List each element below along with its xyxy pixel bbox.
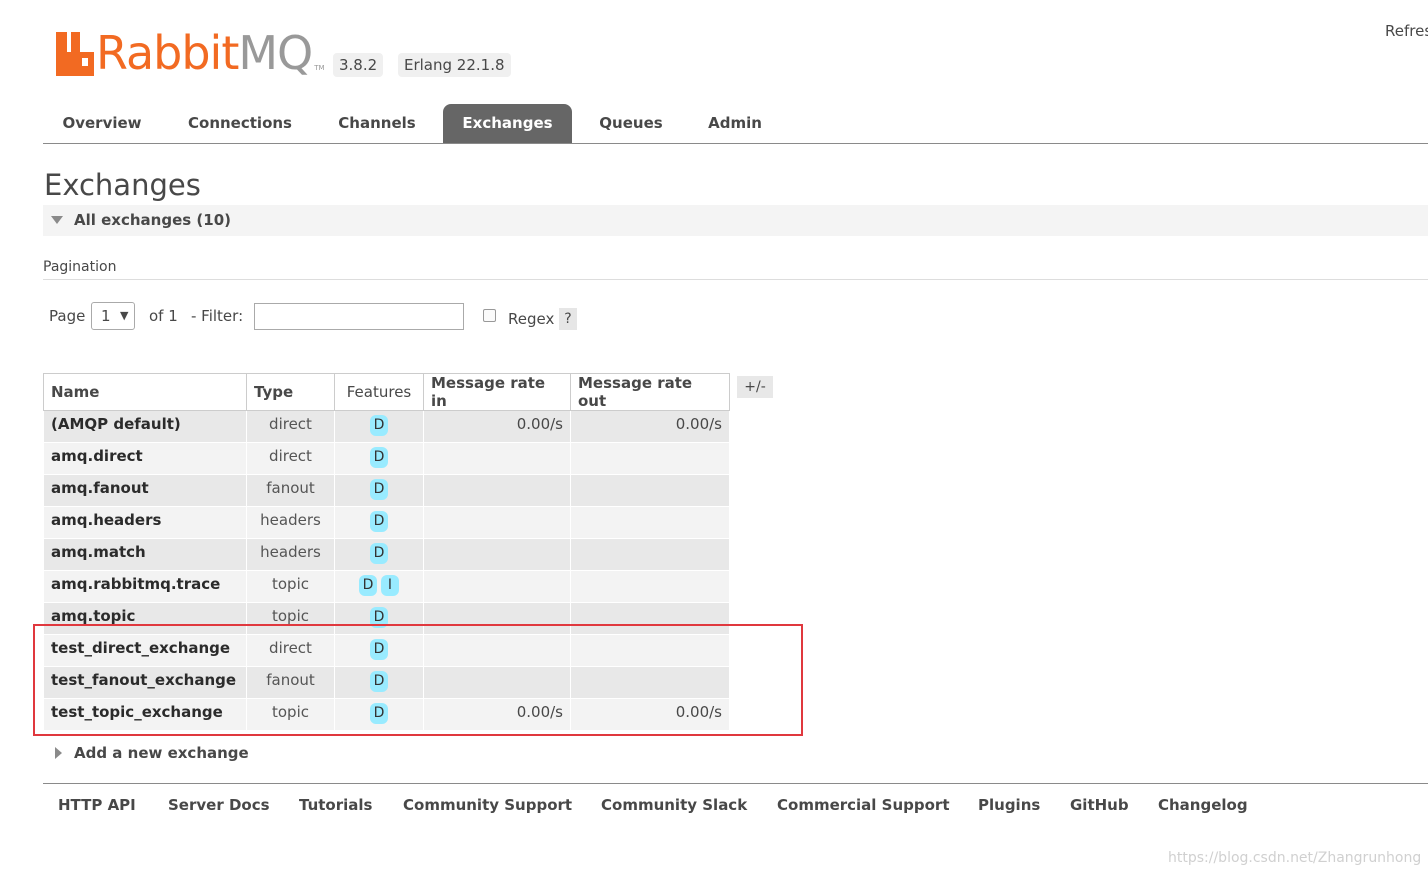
exchange-features: D bbox=[334, 442, 424, 475]
message-rate-out bbox=[570, 570, 730, 603]
internal-feature-badge: I bbox=[381, 575, 399, 596]
regex-help-button[interactable]: ? bbox=[559, 308, 577, 330]
tab-exchanges[interactable]: Exchanges bbox=[443, 104, 572, 143]
durable-feature-badge: D bbox=[370, 511, 388, 532]
footer-link-tutorials[interactable]: Tutorials bbox=[299, 796, 372, 814]
annotation-highlight-box bbox=[33, 624, 803, 736]
column-header-rate-in[interactable]: Message rate in bbox=[423, 373, 571, 411]
message-rate-out: 0.00/s bbox=[570, 410, 730, 443]
exchange-type: headers bbox=[246, 538, 335, 571]
exchange-name-link[interactable]: amq.direct bbox=[43, 442, 247, 475]
brand-name: RabbitMQ bbox=[96, 30, 313, 76]
section-title: All exchanges (10) bbox=[74, 211, 231, 229]
table-row: amq.direct direct D bbox=[43, 442, 730, 475]
all-exchanges-section-header[interactable]: All exchanges (10) bbox=[43, 205, 1428, 236]
column-header-features: Features bbox=[334, 373, 424, 411]
table-row: amq.match headers D bbox=[43, 538, 730, 571]
footer-link-commercial-support[interactable]: Commercial Support bbox=[777, 796, 950, 814]
tab-channels[interactable]: Channels bbox=[321, 104, 433, 143]
table-row: amq.rabbitmq.trace topic DI bbox=[43, 570, 730, 603]
tab-admin[interactable]: Admin bbox=[695, 104, 775, 143]
message-rate-in bbox=[423, 570, 571, 603]
exchange-name-link[interactable]: amq.headers bbox=[43, 506, 247, 539]
tab-overview[interactable]: Overview bbox=[43, 104, 161, 143]
message-rate-out bbox=[570, 506, 730, 539]
exchange-features: D bbox=[334, 506, 424, 539]
footer-link-community-support[interactable]: Community Support bbox=[403, 796, 572, 814]
page-label: Page bbox=[49, 307, 86, 325]
add-exchange-label: Add a new exchange bbox=[74, 744, 249, 762]
version-badge: 3.8.2 bbox=[333, 53, 384, 77]
durable-feature-badge: D bbox=[359, 575, 377, 596]
exchange-name-link[interactable]: amq.match bbox=[43, 538, 247, 571]
durable-feature-badge: D bbox=[370, 447, 388, 468]
tab-queues[interactable]: Queues bbox=[583, 104, 679, 143]
exchange-type: headers bbox=[246, 506, 335, 539]
filter-input[interactable] bbox=[254, 303, 464, 330]
message-rate-out bbox=[570, 538, 730, 571]
table-row: amq.headers headers D bbox=[43, 506, 730, 539]
brand-rabbit: Rabbit bbox=[96, 26, 239, 80]
footer-link-server-docs[interactable]: Server Docs bbox=[168, 796, 270, 814]
page-title: Exchanges bbox=[44, 168, 201, 202]
erlang-version-badge: Erlang 22.1.8 bbox=[398, 53, 511, 77]
exchange-features: D bbox=[334, 538, 424, 571]
footer-link-http-api[interactable]: HTTP API bbox=[58, 796, 136, 814]
exchange-features: D bbox=[334, 410, 424, 443]
message-rate-out bbox=[570, 442, 730, 475]
footer-link-community-slack[interactable]: Community Slack bbox=[601, 796, 747, 814]
table-row: (AMQP default) direct D 0.00/s 0.00/s bbox=[43, 410, 730, 443]
exchange-features: DI bbox=[334, 570, 424, 603]
dropdown-arrow-icon: ▼ bbox=[120, 309, 129, 322]
message-rate-in bbox=[423, 506, 571, 539]
durable-feature-badge: D bbox=[370, 543, 388, 564]
column-toggle-button[interactable]: +/- bbox=[737, 376, 773, 398]
brand-tm: TM bbox=[314, 64, 325, 72]
expand-triangle-icon bbox=[55, 747, 62, 759]
message-rate-in bbox=[423, 474, 571, 507]
exchange-features: D bbox=[334, 474, 424, 507]
pagination-divider bbox=[43, 279, 1428, 280]
footer-link-changelog[interactable]: Changelog bbox=[1158, 796, 1248, 814]
table-header-row: Name Type Features Message rate in Messa… bbox=[43, 373, 730, 411]
exchange-type: direct bbox=[246, 410, 335, 443]
exchange-name-link[interactable]: (AMQP default) bbox=[43, 410, 247, 443]
collapse-triangle-icon bbox=[51, 216, 63, 224]
message-rate-in bbox=[423, 442, 571, 475]
durable-feature-badge: D bbox=[370, 415, 388, 436]
page-select-value: 1 bbox=[101, 307, 111, 325]
message-rate-out bbox=[570, 474, 730, 507]
exchange-type: topic bbox=[246, 570, 335, 603]
regex-label: Regex bbox=[508, 310, 555, 328]
regex-checkbox[interactable] bbox=[483, 309, 496, 322]
exchange-name-link[interactable]: amq.fanout bbox=[43, 474, 247, 507]
rabbitmq-logo[interactable]: RabbitMQ TM bbox=[56, 28, 325, 76]
message-rate-in bbox=[423, 538, 571, 571]
rabbitmq-logo-icon bbox=[56, 32, 94, 76]
table-row: amq.fanout fanout D bbox=[43, 474, 730, 507]
footer-link-github[interactable]: GitHub bbox=[1070, 796, 1129, 814]
pagination-label: Pagination bbox=[43, 259, 117, 275]
watermark-text: https://blog.csdn.net/Zhangrunhong bbox=[1168, 850, 1422, 866]
exchange-type: fanout bbox=[246, 474, 335, 507]
message-rate-in: 0.00/s bbox=[423, 410, 571, 443]
exchange-name-link[interactable]: amq.rabbitmq.trace bbox=[43, 570, 247, 603]
footer-divider bbox=[43, 783, 1428, 784]
refresh-control[interactable]: Refres bbox=[1385, 22, 1428, 40]
brand-mq: MQ bbox=[238, 26, 313, 80]
page-count-label: of 1 bbox=[149, 307, 178, 325]
tab-connections[interactable]: Connections bbox=[173, 104, 307, 143]
column-header-name[interactable]: Name bbox=[43, 373, 247, 411]
exchange-type: direct bbox=[246, 442, 335, 475]
footer-link-plugins[interactable]: Plugins bbox=[978, 796, 1040, 814]
filter-label: - Filter: bbox=[191, 307, 244, 325]
durable-feature-badge: D bbox=[370, 479, 388, 500]
column-header-type[interactable]: Type bbox=[246, 373, 335, 411]
page-select[interactable]: 1 ▼ bbox=[91, 302, 135, 330]
main-nav-tabs: Overview Connections Channels Exchanges … bbox=[43, 104, 1428, 144]
column-header-rate-out[interactable]: Message rate out bbox=[570, 373, 730, 411]
